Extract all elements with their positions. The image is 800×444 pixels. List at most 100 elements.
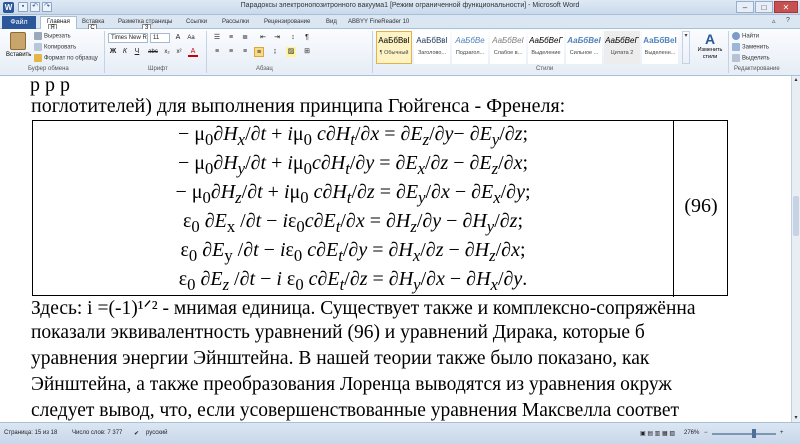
italic-button[interactable]: К <box>120 47 130 57</box>
change-case-button[interactable]: Aa <box>186 33 196 43</box>
format-painter-button[interactable]: Формат по образцу <box>34 54 98 62</box>
chevron-down-icon: ▾ <box>684 33 688 39</box>
paste-icon <box>10 32 26 50</box>
show-marks-button[interactable]: ¶ <box>302 33 312 43</box>
copy-icon <box>34 43 42 51</box>
redo-qat-button[interactable]: ↷ <box>42 2 52 12</box>
help-icon[interactable]: ? <box>786 17 790 24</box>
align-center-icon: ≡ <box>228 48 234 55</box>
increase-indent-button[interactable]: ⇥ <box>272 33 282 43</box>
style-name: Подзагол... <box>455 50 485 56</box>
justify-icon: ≡ <box>256 49 262 56</box>
shading-icon: ▨ <box>287 48 295 55</box>
cut-off-top-line: р р р <box>30 76 70 96</box>
tab-abbyy[interactable]: ABBYY FineReader 10 <box>348 17 409 28</box>
tab-view[interactable]: Вид <box>326 17 337 28</box>
style-subtitle[interactable]: АаБбВе Подзагол... <box>452 31 488 64</box>
underline-button[interactable]: Ч <box>132 47 142 57</box>
select-button[interactable]: Выделить <box>732 54 770 62</box>
find-label: Найти <box>742 33 760 40</box>
sort-icon: ↕ <box>291 34 295 41</box>
tab-home[interactable]: Главная <box>40 16 77 29</box>
change-styles-icon: A <box>704 31 716 47</box>
style-heading[interactable]: АаБбВвI Заголово... <box>414 31 450 64</box>
grow-font-button[interactable]: A <box>173 33 183 43</box>
scrollbar-thumb[interactable] <box>793 196 799 236</box>
tab-references[interactable]: Ссылки <box>186 17 207 28</box>
document-page[interactable]: р р р поглотителей) для выполнения принц… <box>0 76 791 422</box>
style-intense-emphasis[interactable]: АаБбВеІ Сильное ... <box>566 31 602 64</box>
close-button[interactable]: ✕ <box>774 1 798 13</box>
align-left-button[interactable]: ≡ <box>212 47 222 57</box>
styles-scroll-button[interactable]: ▾ <box>682 31 690 64</box>
find-button[interactable]: Найти <box>732 32 759 40</box>
cut-button[interactable]: Вырезать <box>34 32 71 40</box>
tab-review[interactable]: Рецензирование <box>264 17 310 28</box>
equation-row: ε0 ∂Ez /∂t − i ε0 c∂Et/∂z = ∂Hy/∂x − ∂Hx… <box>178 268 528 294</box>
style-emphasis[interactable]: АаБбВеГ Выделение <box>528 31 564 64</box>
scroll-up-icon[interactable]: ▴ <box>792 76 800 84</box>
scroll-down-icon[interactable]: ▾ <box>792 414 800 422</box>
subscript-button[interactable]: x₂ <box>162 47 172 57</box>
strikethrough-button[interactable]: abc <box>146 47 160 57</box>
replace-button[interactable]: Заменить <box>732 43 769 51</box>
sort-button[interactable]: ↕ <box>288 33 298 43</box>
view-buttons[interactable]: ▣ ▤ ▥ ▦ ▧ <box>640 430 675 437</box>
superscript-button[interactable]: x² <box>174 47 184 57</box>
align-right-button[interactable]: ≡ <box>240 47 250 57</box>
vertical-scrollbar[interactable]: ▴ ▾ <box>791 76 800 422</box>
style-sample: АаБбВеІ <box>492 36 524 45</box>
style-normal[interactable]: АаБбВвI ¶ Обычный <box>376 31 412 64</box>
minimize-ribbon-icon[interactable]: ▵ <box>772 17 776 25</box>
word-count[interactable]: Число слов: 7 377 <box>72 430 122 436</box>
save-qat-button[interactable]: ▪ <box>18 2 28 12</box>
equation-number: (96) <box>684 195 718 217</box>
style-name: Цитата 2 <box>610 50 634 56</box>
font-size-combo[interactable]: 11 <box>150 33 170 43</box>
multilevel-list-button[interactable]: ≣ <box>240 33 250 43</box>
cut-label: Вырезать <box>44 33 71 40</box>
brush-icon <box>34 54 42 62</box>
language-indicator[interactable]: русский <box>146 430 168 436</box>
style-subtle-emphasis[interactable]: АаБбВеІ Слабое в... <box>490 31 526 64</box>
tab-file[interactable]: Файл <box>2 16 36 29</box>
style-name: Сильное ... <box>569 50 599 56</box>
decrease-indent-button[interactable]: ⇤ <box>258 33 268 43</box>
minimize-button[interactable]: – <box>736 1 754 13</box>
status-bar: Страница: 15 из 18 Число слов: 7 377 ✔ р… <box>0 422 800 444</box>
replace-label: Заменить <box>742 44 769 51</box>
zoom-slider-track[interactable] <box>712 433 776 435</box>
style-intense-quote[interactable]: АаБбВеІ Выделенн... <box>642 31 678 64</box>
zoom-level[interactable]: 276% <box>684 430 699 436</box>
align-center-button[interactable]: ≡ <box>226 47 236 57</box>
bullets-button[interactable]: ☰ <box>212 33 222 43</box>
undo-qat-button[interactable]: ↶ <box>30 2 40 12</box>
shading-button[interactable]: ▨ <box>286 47 296 57</box>
paste-button[interactable]: Вставить <box>6 32 31 62</box>
outdent-icon: ⇤ <box>260 34 266 41</box>
paragraph-line: показали эквивалентность уравнений (96) … <box>31 322 645 343</box>
line-spacing-button[interactable]: ↨ <box>270 47 280 57</box>
font-group-label: Шрифт <box>148 66 168 72</box>
zoom-out-button[interactable]: − <box>704 430 708 436</box>
change-styles-button[interactable]: A Изменить стили <box>694 31 726 64</box>
font-name-combo[interactable]: Times New Ro <box>108 33 148 43</box>
word-app-icon[interactable]: W <box>3 2 14 13</box>
borders-button[interactable]: ⊞ <box>302 47 312 57</box>
maximize-button[interactable]: □ <box>755 1 773 13</box>
justify-button[interactable]: ≡ <box>254 47 264 57</box>
numbering-button[interactable]: ≡ <box>226 33 236 43</box>
zoom-in-button[interactable]: + <box>780 430 784 436</box>
bold-button[interactable]: Ж <box>108 47 118 57</box>
copy-button[interactable]: Копировать <box>34 43 76 51</box>
spelling-icon[interactable]: ✔ <box>134 430 139 437</box>
tab-mailings[interactable]: Рассылки <box>222 17 249 28</box>
zoom-slider-knob[interactable] <box>752 429 756 438</box>
style-name: Заголово... <box>417 50 447 56</box>
equation-row: − μ0∂Hy/∂t + iμ0c∂Ht/∂y = ∂Ex/∂z − ∂Ez/∂… <box>177 152 529 178</box>
font-color-button[interactable]: А <box>188 47 198 57</box>
redo-icon: ↷ <box>44 3 50 10</box>
bullets-icon: ☰ <box>213 34 221 41</box>
style-quote-2[interactable]: АаБбВеГ Цитата 2 <box>604 31 640 64</box>
page-counter[interactable]: Страница: 15 из 18 <box>4 430 57 436</box>
